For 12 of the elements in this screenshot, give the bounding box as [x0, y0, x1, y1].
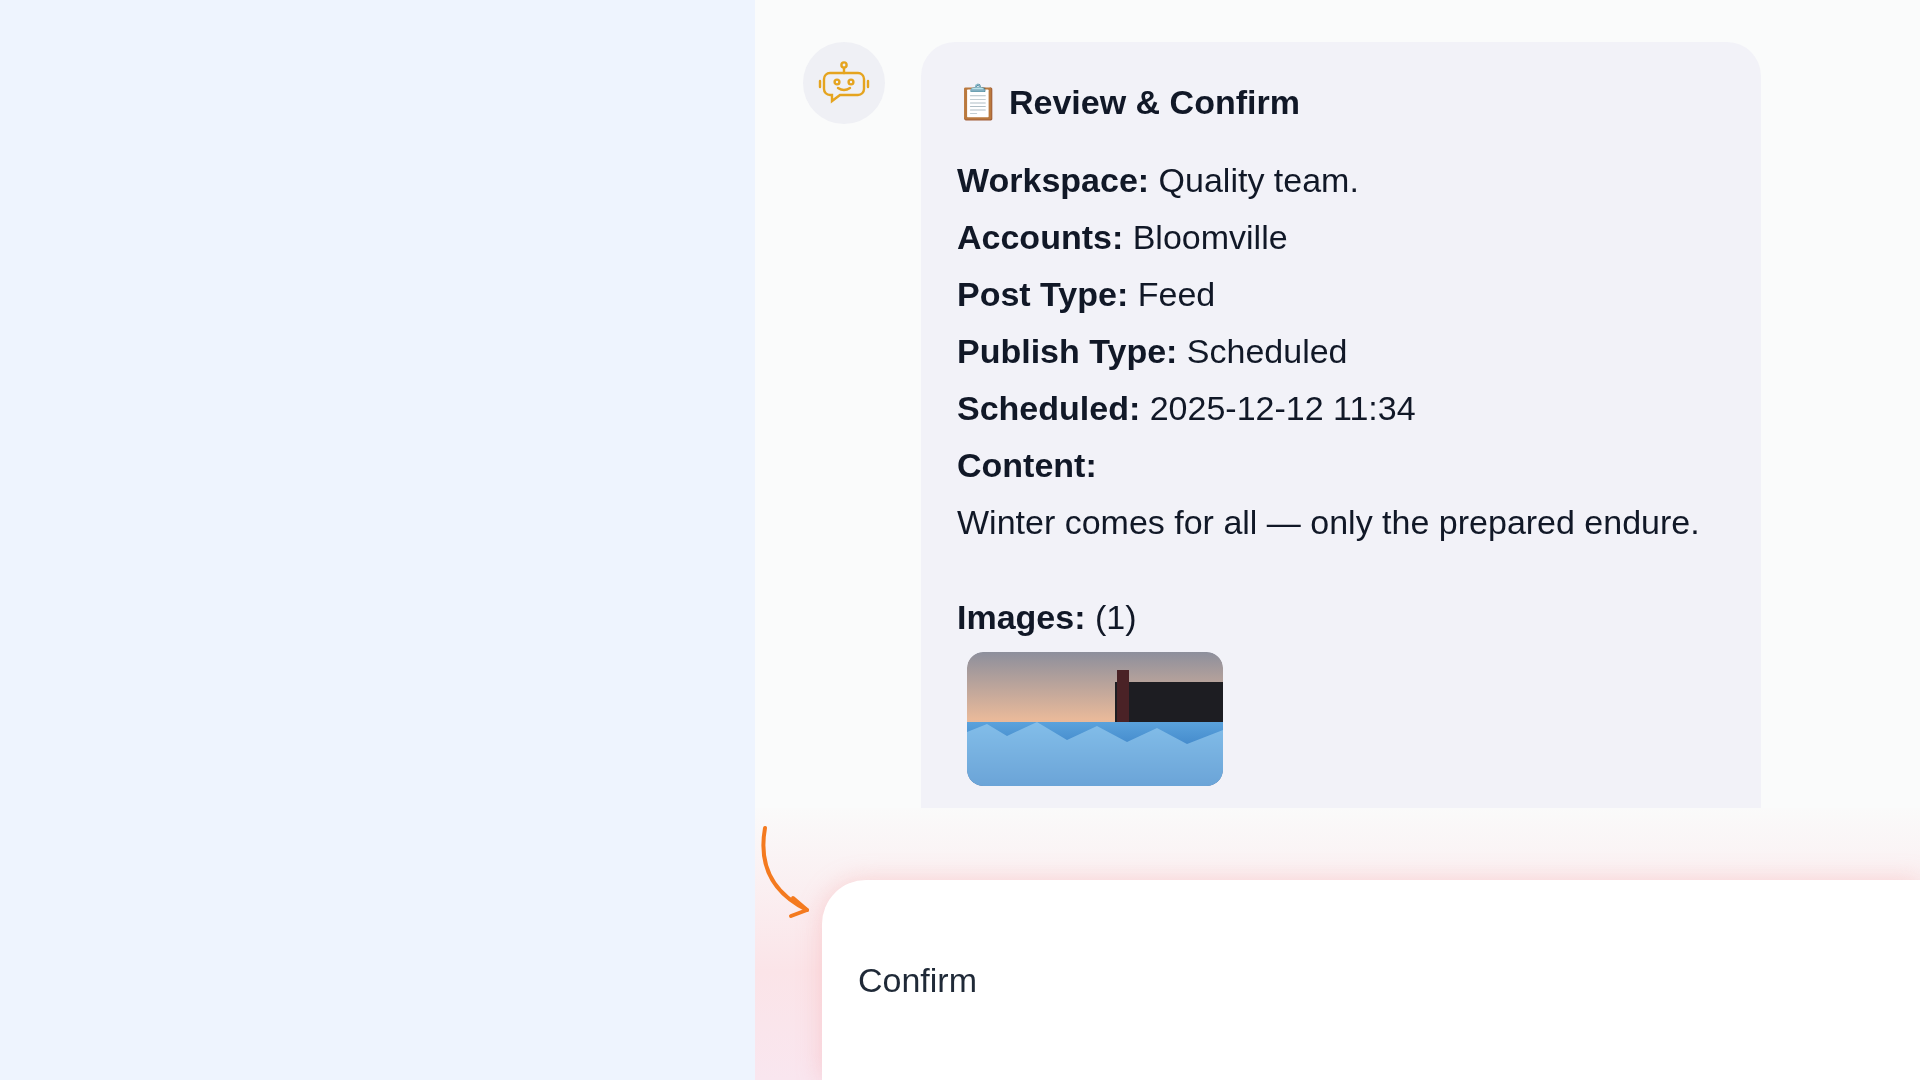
- images-label: Images: (1): [957, 597, 1138, 638]
- detail-line: Accounts: Bloomville: [957, 217, 1289, 258]
- clipboard-icon: 📋: [957, 82, 999, 122]
- detail-line: Scheduled: 2025-12-12 11:34: [957, 388, 1417, 429]
- robot-icon: [818, 61, 870, 105]
- detail-line: Workspace: Quality team.: [957, 160, 1360, 201]
- detail-line: Post Type: Feed: [957, 274, 1217, 315]
- message-title: Review & Confirm: [1009, 82, 1300, 122]
- content-text: Winter comes for all — only the prepared endure.: [957, 502, 1701, 543]
- message-input-field[interactable]: Confirm: [822, 880, 1920, 1080]
- detail-line: Publish Type: Scheduled: [957, 331, 1349, 372]
- content-label: Content:: [957, 445, 1098, 486]
